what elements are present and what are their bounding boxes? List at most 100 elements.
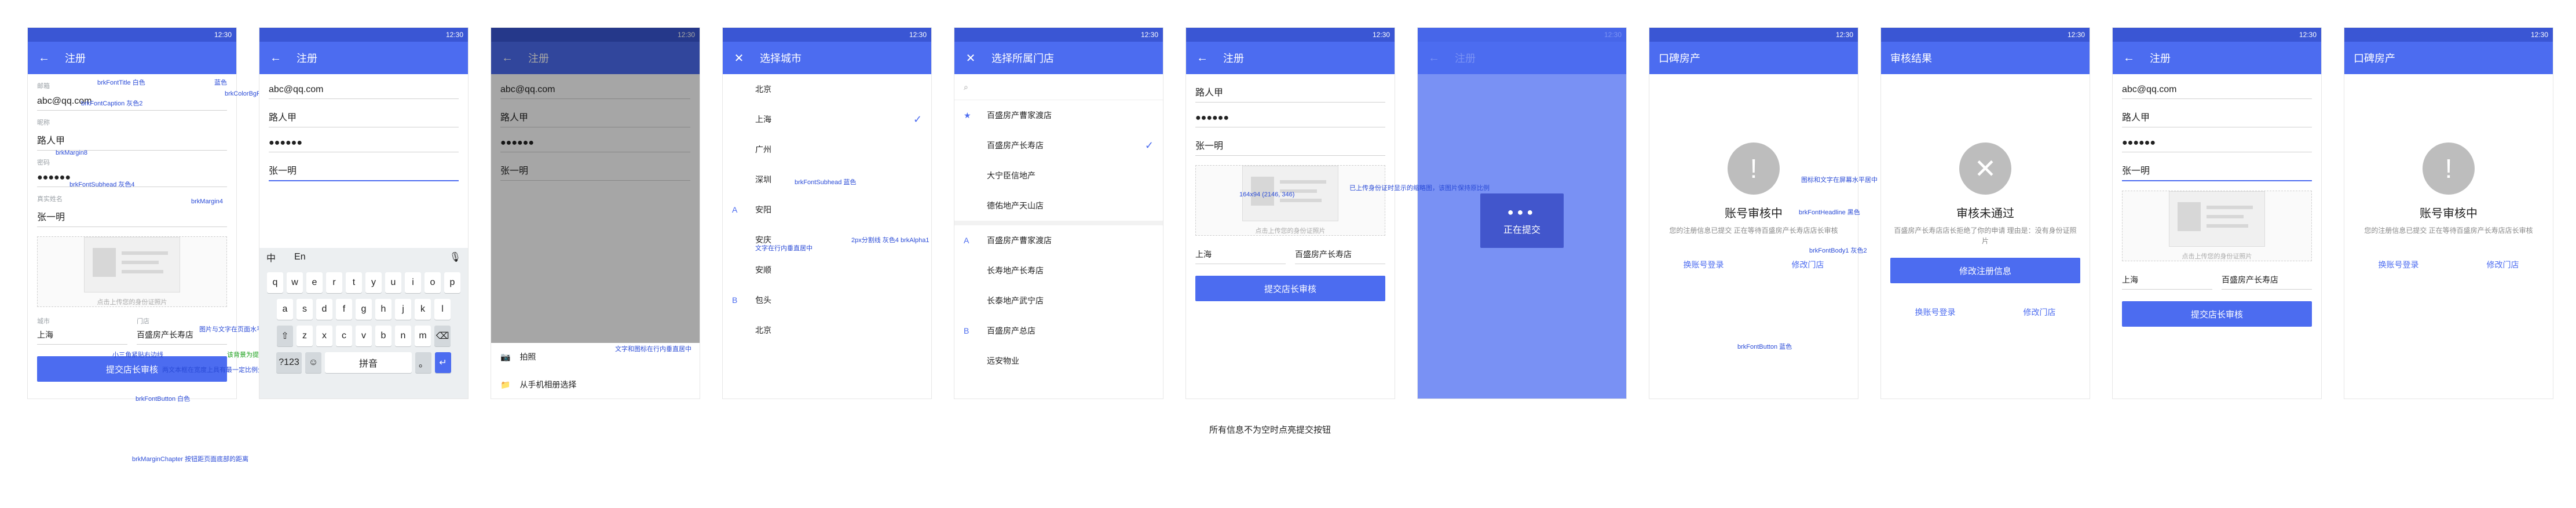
store-value[interactable]: 百盛房产长寿店 (1295, 245, 1385, 264)
store-select[interactable]: 百盛房产长寿店 (1295, 245, 1385, 264)
submit-button[interactable]: 提交店长审核 (2122, 301, 2312, 327)
backspace-key-icon[interactable]: ⌫ (434, 326, 451, 346)
store-search-input[interactable]: ⌕ (954, 74, 1163, 100)
city-value[interactable]: 上海 (2122, 271, 2212, 290)
key[interactable]: a (277, 299, 293, 320)
realname-value[interactable]: 张一明 (269, 159, 459, 181)
city-item[interactable]: 北京 (723, 74, 931, 104)
switch-account-link[interactable]: 换账号登录 (1915, 306, 1956, 318)
key[interactable]: e (306, 272, 323, 293)
email-value[interactable]: abc@qq.com (2122, 81, 2312, 99)
key[interactable]: b (375, 326, 391, 346)
city-item[interactable]: 上海 ✓ (723, 104, 931, 134)
nickname-field[interactable]: 昵称 路人甲 (28, 118, 236, 151)
city-item[interactable]: 北京 (723, 315, 931, 345)
id-photo-upload[interactable]: 点击上传您的身份证照片 (1195, 165, 1385, 236)
lang-toggle[interactable]: En (294, 252, 306, 262)
store-item[interactable]: 远安物业 (954, 346, 1163, 376)
nickname-field[interactable]: 路人甲 (2113, 106, 2321, 127)
store-item[interactable]: 大宁臣信地产 (954, 160, 1163, 191)
key[interactable]: w (287, 272, 303, 293)
key[interactable]: q (267, 272, 283, 293)
email-field[interactable]: abc@qq.com (2113, 81, 2321, 99)
email-value[interactable]: abc@qq.com (269, 81, 459, 99)
close-icon[interactable]: ✕ (964, 51, 978, 65)
mic-icon[interactable]: 🎙 (449, 251, 461, 263)
album-item[interactable]: 📁 从手机相册选择 (491, 371, 700, 399)
edit-info-button[interactable]: 修改注册信息 (1890, 258, 2080, 283)
ime-toggle[interactable]: 中 (266, 250, 276, 264)
period-key[interactable]: 。 (415, 352, 431, 373)
realname-value[interactable]: 张一明 (2122, 159, 2312, 181)
password-field[interactable]: ●●●●●● (1186, 109, 1395, 127)
realname-value[interactable]: 张一明 (37, 206, 227, 227)
key[interactable]: x (316, 326, 332, 346)
password-value[interactable]: ●●●●●● (1195, 109, 1385, 127)
key[interactable]: v (356, 326, 372, 346)
space-key[interactable]: 拼音 (325, 352, 412, 373)
store-item[interactable]: B 百盛房产总店 (954, 316, 1163, 346)
change-store-link[interactable]: 修改门店 (1792, 259, 1824, 271)
city-value[interactable]: 上海 (1195, 245, 1286, 264)
key[interactable]: m (415, 326, 431, 346)
realname-field[interactable]: 张一明 (1186, 134, 1395, 156)
key[interactable]: u (385, 272, 401, 293)
nickname-value[interactable]: 路人甲 (269, 106, 459, 127)
store-item[interactable]: 长寿地产长寿店 (954, 255, 1163, 286)
enter-key-icon[interactable]: ↵ (435, 352, 451, 373)
id-photo-upload[interactable]: 点击上传您的身份证照片 (37, 236, 227, 307)
shift-key-icon[interactable]: ⇧ (277, 326, 293, 346)
password-field[interactable]: ●●●●●● (2113, 134, 2321, 152)
id-photo-upload[interactable]: 点击上传您的身份证照片 (2122, 191, 2312, 261)
store-item[interactable]: 百盛房产长寿店 ✓ (954, 130, 1163, 160)
city-item[interactable]: 广州 (723, 134, 931, 165)
city-select[interactable]: 上海 (1195, 245, 1286, 264)
store-value[interactable]: 百盛房产长寿店 (2222, 271, 2312, 290)
nickname-value[interactable]: 路人甲 (2122, 106, 2312, 127)
close-icon[interactable]: ✕ (732, 51, 746, 65)
key[interactable]: g (356, 299, 372, 320)
submit-button[interactable]: 提交店长审核 (1195, 276, 1385, 301)
store-item[interactable]: ★ 百盛房产曹家渡店 (954, 100, 1163, 130)
change-store-link[interactable]: 修改门店 (2487, 259, 2519, 271)
back-arrow-icon[interactable]: ← (2122, 52, 2136, 65)
store-item[interactable]: A 百盛房产曹家渡店 (954, 225, 1163, 255)
key[interactable]: t (346, 272, 362, 293)
key[interactable]: o (425, 272, 441, 293)
nickname-field[interactable]: 路人甲 (259, 106, 468, 127)
switch-account-link[interactable]: 换账号登录 (1684, 259, 1724, 271)
realname-field[interactable]: 张一明 (2113, 159, 2321, 181)
city-item[interactable]: 安顺 (723, 255, 931, 285)
back-arrow-icon[interactable]: ← (37, 52, 51, 65)
password-value[interactable]: ●●●●●● (2122, 134, 2312, 152)
store-item[interactable]: 德佑地产天山店 (954, 191, 1163, 221)
city-select[interactable]: 城市 上海 (37, 316, 127, 345)
key[interactable]: p (444, 272, 460, 293)
realname-field[interactable]: 张一明 (259, 159, 468, 181)
key[interactable]: i (405, 272, 421, 293)
key[interactable]: c (336, 326, 352, 346)
key[interactable]: k (415, 299, 431, 320)
city-item[interactable]: B 包头 (723, 285, 931, 315)
key[interactable]: s (297, 299, 313, 320)
key[interactable]: l (434, 299, 451, 320)
store-select[interactable]: 百盛房产长寿店 (2222, 271, 2312, 290)
store-item[interactable]: 长泰地产武宁店 (954, 286, 1163, 316)
key[interactable]: f (336, 299, 352, 320)
nickname-field[interactable]: 路人甲 (1186, 81, 1395, 103)
key[interactable]: h (375, 299, 391, 320)
nickname-value[interactable]: 路人甲 (37, 129, 227, 151)
city-item[interactable]: A 安阳 (723, 195, 931, 225)
soft-keyboard[interactable]: 中 En 🎙 q w e r t y u i o p a s d f g h j… (259, 248, 468, 399)
realname-value[interactable]: 张一明 (1195, 134, 1385, 156)
nickname-value[interactable]: 路人甲 (1195, 81, 1385, 103)
city-select[interactable]: 上海 (2122, 271, 2212, 290)
key[interactable]: n (395, 326, 411, 346)
key[interactable]: d (316, 299, 332, 320)
back-arrow-icon[interactable]: ← (1195, 52, 1209, 65)
key[interactable]: z (297, 326, 313, 346)
city-value[interactable]: 上海 (37, 326, 127, 345)
key[interactable]: j (395, 299, 411, 320)
change-store-link[interactable]: 修改门店 (2024, 306, 2056, 318)
email-field[interactable]: abc@qq.com (259, 81, 468, 99)
